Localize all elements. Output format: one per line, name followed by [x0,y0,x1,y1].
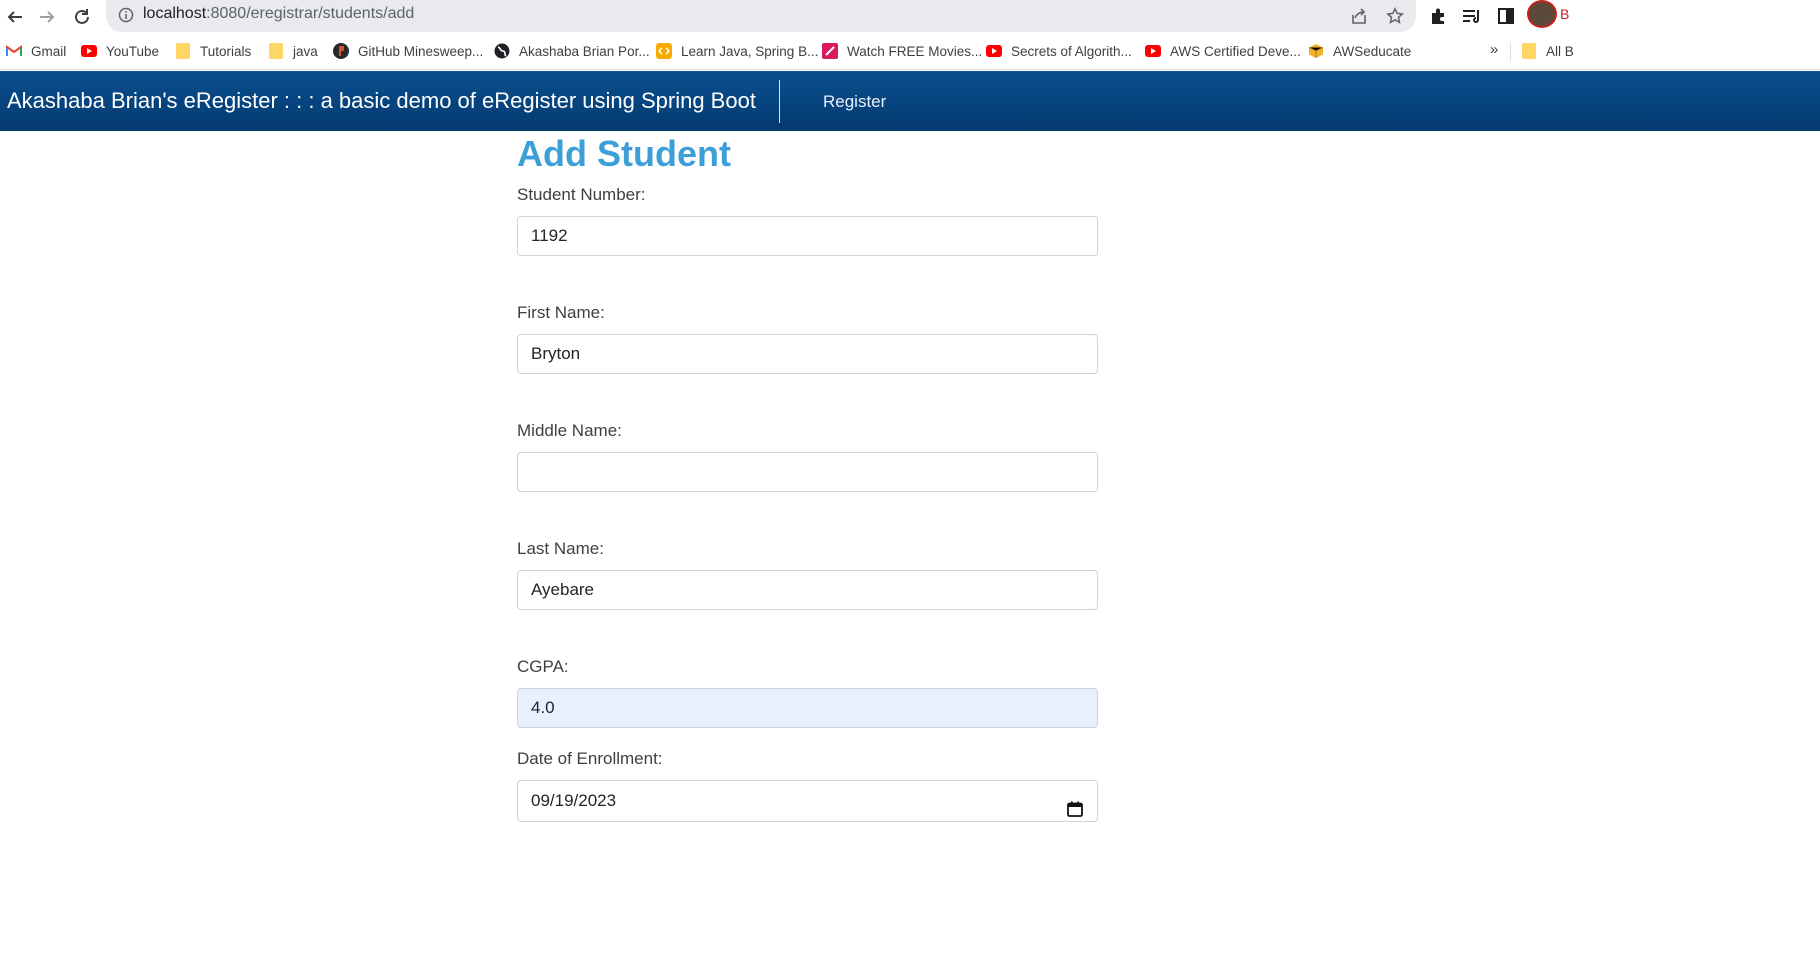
share-icon[interactable] [1348,5,1370,27]
back-icon[interactable] [2,4,28,30]
site-icon [333,43,349,59]
bookmark-github-minesweeper[interactable]: GitHub Minesweep... [333,41,483,61]
bookmark-gmail[interactable]: Gmail [6,41,66,61]
profile-avatar[interactable] [1527,0,1557,28]
url-text[interactable]: localhost:8080/eregistrar/students/add [143,5,414,23]
address-bar[interactable]: localhost:8080/eregistrar/students/add [106,0,1416,32]
page-title: Add Student [517,133,731,174]
more-bookmarks-button[interactable]: » [1490,41,1498,58]
bookmark-awseducate[interactable]: AWSeducate [1308,41,1411,61]
bookmark-label: java [293,43,318,59]
browser-toolbar: localhost:8080/eregistrar/students/add B [0,0,1820,33]
app-brand[interactable]: Akashaba Brian's eRegister : : : a basic… [7,88,756,114]
bookmark-label: YouTube [106,43,160,59]
last-name-label: Last Name: [517,539,604,558]
middle-name-label: Middle Name: [517,421,622,440]
middle-name-input[interactable] [517,452,1098,492]
code-icon [656,43,672,59]
reload-icon[interactable] [69,4,95,30]
date-of-enrollment-input[interactable]: 09/19/2023 [517,780,1098,822]
bookmark-java[interactable]: java [268,41,318,61]
date-of-enrollment-label: Date of Enrollment: [517,749,663,768]
gmail-icon [6,43,22,59]
cgpa-value: 4.0 [531,698,555,717]
folder-icon [175,43,191,59]
student-number-value: 1192 [531,226,568,245]
bookmark-learn-java[interactable]: Learn Java, Spring B... [656,41,818,61]
bookmark-aws-certified[interactable]: AWS Certified Deve... [1145,41,1301,61]
youtube-icon [986,43,1002,59]
site-icon [822,43,838,59]
forward-icon[interactable] [34,4,60,30]
cgpa-label: CGPA: [517,657,569,676]
folder-icon [1521,43,1537,59]
cgpa-input[interactable]: 4.0 [517,688,1098,728]
youtube-icon [81,43,97,59]
bookmark-label: AWS Certified Deve... [1170,43,1301,59]
extensions-icon[interactable] [1426,4,1450,28]
bookmark-label: Gmail [31,43,67,59]
nav-link-register[interactable]: Register [823,92,886,112]
youtube-icon [1145,43,1161,59]
globe-icon [494,43,510,59]
student-number-input[interactable]: 1192 [517,216,1098,256]
bookmark-movies[interactable]: Watch FREE Movies... [822,41,982,61]
last-name-value: Ayebare [531,580,595,599]
bookmark-label: Learn Java, Spring B... [681,43,819,59]
bookmark-label: GitHub Minesweep... [358,43,484,59]
first-name-label: First Name: [517,303,605,322]
bookmark-label: Akashaba Brian Por... [519,43,650,59]
navbar-divider [779,80,780,123]
box-icon [1308,43,1324,59]
profile-letter: B [1560,6,1570,22]
bookmark-secrets-algorithms[interactable]: Secrets of Algorith... [986,41,1132,61]
first-name-value: Bryton [531,344,581,363]
bookmark-tutorials[interactable]: Tutorials [175,41,251,61]
url-host: localhost [143,5,207,22]
folder-icon [268,43,284,59]
app-navbar: Akashaba Brian's eRegister : : : a basic… [0,71,1820,131]
bookmark-youtube[interactable]: YouTube [81,41,159,61]
date-of-enrollment-value: 09/19/2023 [531,791,617,810]
reading-list-icon[interactable] [1460,4,1484,28]
side-panel-icon[interactable] [1494,4,1518,28]
all-bookmarks-button[interactable]: All B [1521,41,1574,61]
student-number-label: Student Number: [517,185,646,204]
bookmarks-bar: Gmail YouTube Tutorials java GitHub Mine… [0,33,1820,70]
url-path: :8080/eregistrar/students/add [206,5,415,22]
bookmark-label: All B [1546,43,1574,59]
star-icon[interactable] [1384,5,1406,27]
calendar-icon[interactable] [1067,792,1083,817]
last-name-input[interactable]: Ayebare [517,570,1098,610]
bookmark-portfolio[interactable]: Akashaba Brian Por... [494,41,650,61]
first-name-input[interactable]: Bryton [517,334,1098,374]
site-info-icon[interactable] [118,7,134,23]
bookmark-label: AWSeducate [1333,43,1412,59]
bookmark-label: Secrets of Algorith... [1011,43,1132,59]
bookmark-label: Tutorials [200,43,252,59]
bookmark-label: Watch FREE Movies... [847,43,983,59]
bookmarks-divider [1510,43,1511,61]
